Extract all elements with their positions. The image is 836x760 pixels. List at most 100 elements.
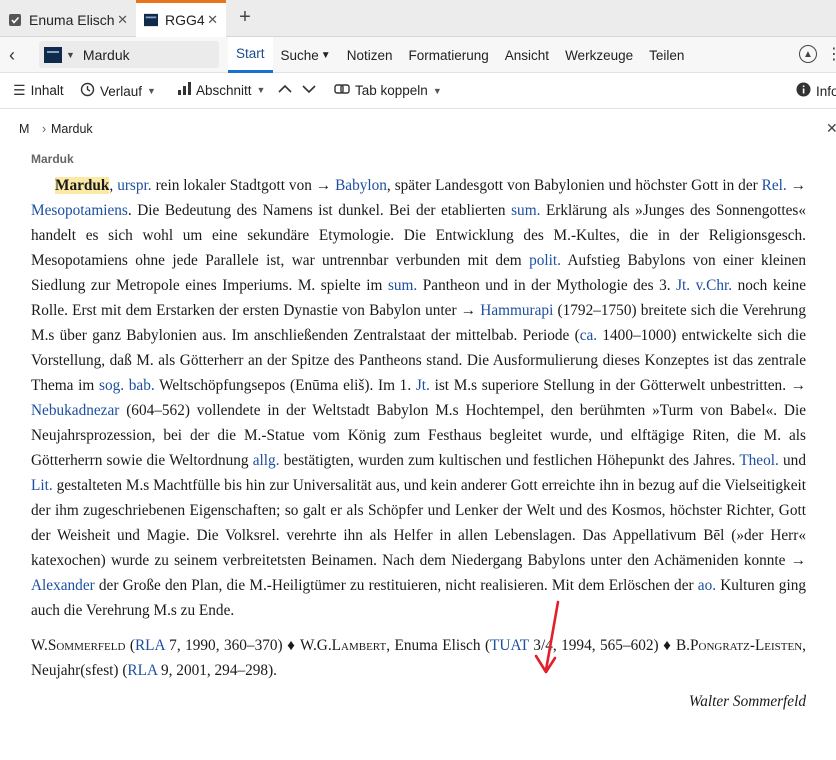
breadcrumb-current[interactable]: Marduk [51,122,93,136]
cross-reference-link[interactable]: Nebukadnezar [31,402,119,419]
close-icon[interactable]: ✕ [826,120,836,137]
text-segment: 7, 1990, 360–370) ♦ [164,637,300,654]
info-button[interactable]: Info [796,82,836,100]
breadcrumb-root[interactable]: M [19,122,29,136]
toolbar: ☰ Inhalt Verlauf ▼ Abschnitt ▼ Tab koppe… [0,73,836,109]
info-label: Info [816,83,836,99]
cross-reference-link[interactable]: urspr. [117,177,151,194]
text-segment: Weltschöpfungsepos (Enūma eliš). Im 1. [154,377,416,394]
chevron-up-icon [278,84,292,93]
chevron-down-icon [302,85,316,94]
history-icon [80,82,95,100]
verlauf-button[interactable]: Verlauf ▼ [80,82,156,100]
link-icon [334,82,350,99]
text-segment: ( [125,637,135,654]
cross-reference-link[interactable]: polit. [529,252,561,269]
tab-koppeln-label: Tab koppeln [355,83,428,98]
cross-reference-link[interactable]: RLA [127,662,157,679]
tab-koppeln-button[interactable]: Tab koppeln ▼ [334,82,442,99]
cross-reference-link[interactable]: Mesopotamiens [31,202,128,219]
list-icon: ☰ [13,82,26,98]
tab-enuma-elisch[interactable]: Enuma Elisch ✕ [0,3,136,37]
cross-reference-link[interactable]: Jt. [676,277,690,294]
text-segment: 9, 2001, 294–298). [157,662,277,679]
menu-werkzeuge[interactable]: Werkzeuge [557,37,641,73]
cross-reference-link[interactable]: ao. [698,577,716,594]
resource-selector[interactable]: ▼ Marduk [39,41,219,68]
back-button[interactable]: ‹ [9,45,15,66]
dropdown-icon: ▼ [320,49,331,61]
chevron-down-icon: ▼ [66,49,75,60]
text-segment: und [778,452,806,469]
chevron-down-icon: ▼ [147,86,156,96]
author: Walter Sommerfeld [688,693,806,710]
text-segment: gestalteten M.s Machtfülle bis hin zur U… [31,477,806,569]
inhalt-button[interactable]: ☰ Inhalt [13,82,64,99]
annotation-arrow-icon [534,600,560,674]
info-icon [796,82,811,100]
text-segment: bestätigten, wurden zum kultischen und f… [279,452,740,469]
bars-icon [178,82,191,98]
menu-label: Suche [280,47,319,63]
cross-reference-link[interactable]: ca. [580,327,597,344]
cross-reference-link[interactable]: Babylon [335,177,387,194]
text-segment: rein lokaler Stadtgott von → [151,177,336,194]
abschnitt-button[interactable]: Abschnitt ▼ [178,82,265,98]
breadcrumb: M › Marduk ✕ [0,110,836,146]
cross-reference-link[interactable]: bab. [129,377,155,394]
previous-section-button[interactable] [277,82,293,96]
cross-reference-link[interactable]: sum. [388,277,417,294]
cross-reference-link[interactable]: v.Chr. [696,277,732,294]
text-segment: , Enuma Elisch ( [386,637,491,654]
author-name: W.Sommerfeld [31,637,126,654]
text-segment: → [786,177,806,194]
cross-reference-link[interactable]: Rel. [762,177,787,194]
cross-reference-link[interactable]: RLA [135,637,165,654]
headword: Marduk [55,177,110,194]
breadcrumb-separator: › [42,122,47,136]
article-body: Marduk, urspr. rein lokaler Stadtgott vo… [31,173,806,623]
cross-reference-link[interactable]: Alexander [31,577,95,594]
tab-label: RGG4 [165,12,205,28]
menu-suche[interactable]: Suche ▼ [273,37,339,73]
verlauf-label: Verlauf [100,83,143,99]
tab-strip: Enuma Elisch ✕ RGG4 ✕ + [0,0,836,37]
close-icon[interactable]: ✕ [207,12,218,28]
menu-ansicht[interactable]: Ansicht [497,37,557,73]
chevron-down-icon: ▼ [256,85,266,95]
collapse-ribbon-icon[interactable]: ▲ [799,45,817,63]
text-segment: , später Landesgott von Babylonien und h… [386,177,762,194]
resource-icon [44,46,62,63]
bibliography: W.Sommerfeld (RLA 7, 1990, 360–370) ♦ W.… [31,633,806,683]
menu-teilen[interactable]: Teilen [641,37,692,73]
add-tab-button[interactable]: + [235,6,255,29]
cross-reference-link[interactable]: sum. [511,202,540,219]
more-options-icon[interactable]: ⋮ [826,44,836,64]
cross-reference-link[interactable]: Lit. [31,477,53,494]
menu-notizen[interactable]: Notizen [339,37,401,73]
menu-formatierung[interactable]: Formatierung [400,37,496,73]
article: Marduk Marduk, urspr. rein lokaler Stadt… [31,150,806,714]
text-segment: Pantheon und in der Mythologie des 3. [417,277,677,294]
menu-start[interactable]: Start [228,37,273,73]
text-segment: . Die Bedeutung des Namens ist dunkel. B… [127,202,512,219]
next-section-button[interactable] [301,82,317,96]
checkbox-icon [8,13,22,27]
cross-reference-link[interactable]: Theol. [739,452,779,469]
cross-reference-link[interactable]: Jt. [416,377,430,394]
author-name: W.G.Lambert [299,637,387,654]
tab-rgg4[interactable]: RGG4 ✕ [136,0,226,37]
chevron-down-icon: ▼ [432,85,442,96]
cross-reference-link[interactable]: sog. [99,377,124,394]
ribbon: ‹ ▼ Marduk Start Suche ▼ Notizen Formati… [0,37,836,73]
cross-reference-link[interactable]: TUAT [490,637,529,654]
cross-reference-link[interactable]: Hammurapi [480,302,553,319]
tab-label: Enuma Elisch [29,12,115,28]
cross-reference-link[interactable]: allg. [253,452,280,469]
close-icon[interactable]: ✕ [117,12,128,28]
abschnitt-label: Abschnitt [196,82,252,98]
resource-title: Marduk [82,46,130,63]
article-label: Marduk [31,152,74,166]
author-name: B.Pongratz-Leisten [675,637,803,654]
inhalt-label: Inhalt [30,83,64,98]
